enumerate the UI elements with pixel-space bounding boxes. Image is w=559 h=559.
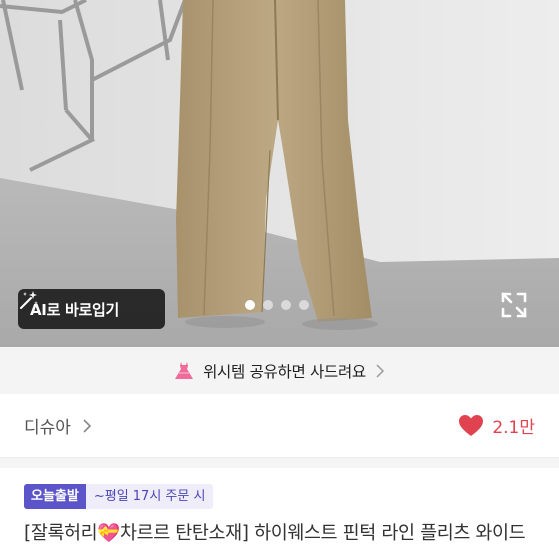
seller-link[interactable]: 디슈아 [24,413,93,438]
expand-icon [501,292,527,318]
carousel-indicator [245,300,309,310]
product-image[interactable]: AI로 바로입기 [0,0,559,347]
product-title-text-start: [잘록허리 [24,523,98,544]
chevron-right-icon [83,418,92,433]
section-divider [0,458,559,468]
fullscreen-button[interactable] [500,291,528,319]
share-reward-banner[interactable]: 위시템 공유하면 사드려요 [0,347,559,394]
same-day-shipping-badge: 오늘출발 [24,484,86,509]
product-title: [잘록허리💝차르르 탄탄소재] 하이웨스트 핀턱 라인 플리츠 와이드 [24,520,544,548]
carousel-dot[interactable] [263,300,273,310]
carousel-dot[interactable] [299,300,309,310]
seller-row: 디슈아 2.1만 [0,394,559,458]
dress-icon [175,361,194,379]
share-banner-text: 위시템 공유하면 사드려요 [203,362,366,381]
product-title-text-end: 차르르 탄탄소재] 하이웨스트 핀턱 라인 플리츠 와이드 [119,523,526,544]
magic-wand-icon [20,291,38,309]
carousel-dot[interactable] [245,300,255,310]
chevron-right-icon [376,363,384,378]
ai-try-on-button[interactable]: AI로 바로입기 [18,289,165,329]
heart-icon [459,414,484,436]
shipping-tag: 오늘출발 ~평일 17시 주문 시 [24,484,214,509]
carousel-dot[interactable] [281,300,291,310]
ai-try-on-label: AI로 바로입기 [30,300,120,319]
heart-gift-emoji: 💝 [97,523,120,544]
seller-name: 디슈아 [24,418,71,438]
like-button[interactable]: 2.1만 [458,413,535,438]
shipping-cutoff-info: ~평일 17시 주문 시 [85,484,214,509]
like-count: 2.1만 [492,418,535,438]
